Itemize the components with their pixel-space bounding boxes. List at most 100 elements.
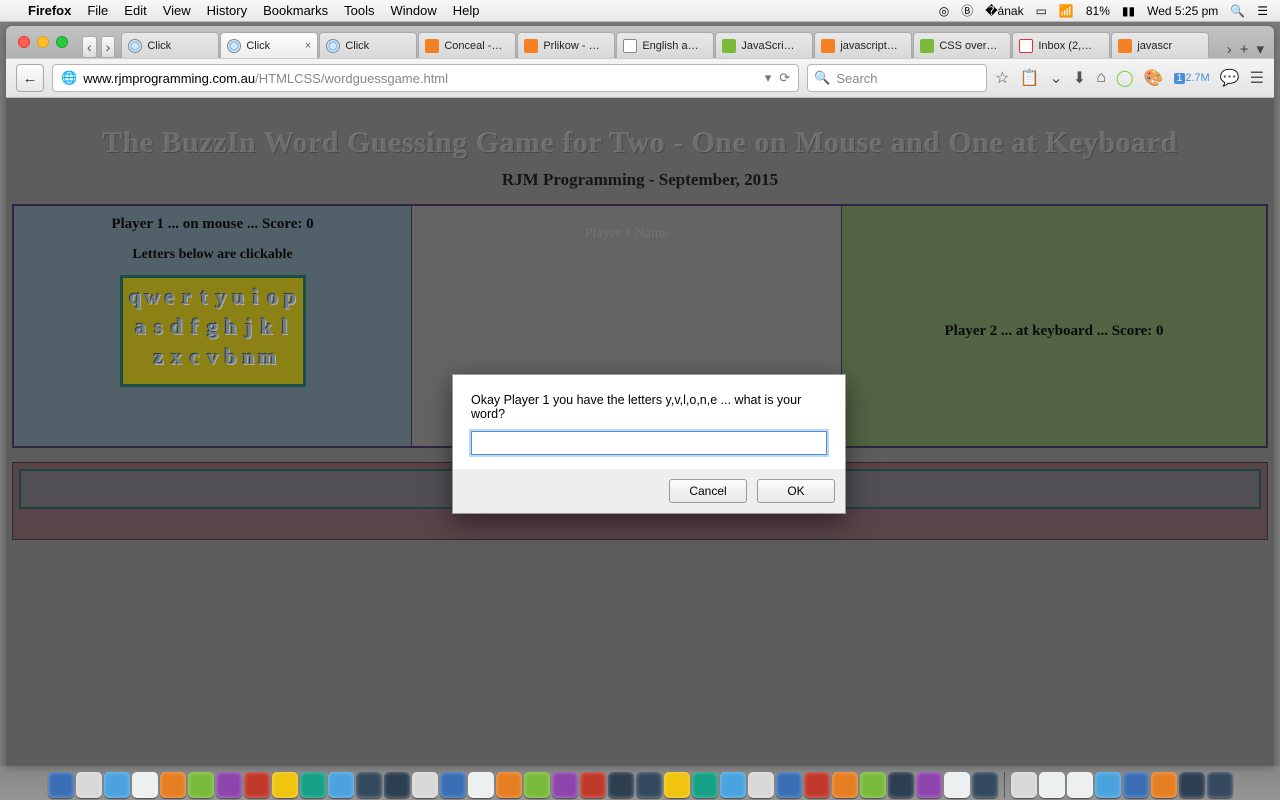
dock-app[interactable] <box>1151 772 1177 798</box>
menuextra-icon[interactable]: Ⓑ <box>961 2 973 19</box>
dock-app[interactable] <box>748 772 774 798</box>
dock-app[interactable] <box>132 772 158 798</box>
home-icon[interactable]: ⌂ <box>1096 69 1106 87</box>
dock-app[interactable] <box>580 772 606 798</box>
dock-app[interactable] <box>776 772 802 798</box>
browser-tab[interactable]: Conceal -… <box>418 32 516 58</box>
dock-app[interactable] <box>860 772 886 798</box>
dock-app[interactable] <box>944 772 970 798</box>
browser-tab[interactable]: javascript… <box>814 32 912 58</box>
dock-app[interactable] <box>608 772 634 798</box>
dock-app[interactable] <box>636 772 662 798</box>
tab-close-icon[interactable]: × <box>305 40 311 52</box>
dock-app[interactable] <box>1095 772 1121 798</box>
dock-app[interactable] <box>720 772 746 798</box>
bookmark-star-icon[interactable]: ☆ <box>995 68 1009 88</box>
dock-app[interactable] <box>804 772 830 798</box>
minimize-window-button[interactable] <box>37 36 49 48</box>
browser-tab[interactable]: Click <box>319 32 417 58</box>
dock-app[interactable] <box>440 772 466 798</box>
addon-badge[interactable]: 12.7M <box>1174 72 1210 84</box>
dock-app[interactable] <box>160 772 186 798</box>
browser-tab[interactable]: English a… <box>616 32 714 58</box>
new-tab-button[interactable]: + <box>1240 41 1249 58</box>
clipboard-icon[interactable]: 📋 <box>1019 68 1039 88</box>
dock-app[interactable] <box>916 772 942 798</box>
reader-mode-icon[interactable]: ▾ <box>765 70 772 86</box>
dock-app[interactable] <box>244 772 270 798</box>
menu-file[interactable]: File <box>87 3 108 18</box>
browser-tab[interactable]: Click <box>121 32 219 58</box>
dock-app[interactable] <box>692 772 718 798</box>
reload-button[interactable]: ⟳ <box>779 70 790 86</box>
dock-app[interactable] <box>412 772 438 798</box>
dock-trash[interactable] <box>1207 772 1233 798</box>
dock-app[interactable] <box>1039 772 1065 798</box>
dock-app[interactable] <box>496 772 522 798</box>
back-button[interactable]: ← <box>16 64 44 92</box>
menu-history[interactable]: History <box>207 3 247 18</box>
dock-app[interactable] <box>664 772 690 798</box>
tabs-scroll-right-button[interactable]: › <box>1227 41 1232 58</box>
all-tabs-button[interactable]: ▾ <box>1256 40 1264 58</box>
dock-app[interactable] <box>356 772 382 798</box>
battery-icon[interactable]: ▮▮ <box>1122 4 1135 18</box>
hamburger-menu-icon[interactable]: ☰ <box>1250 68 1264 88</box>
notification-center-icon[interactable]: ☰ <box>1257 4 1268 18</box>
dock-app[interactable] <box>468 772 494 798</box>
menu-help[interactable]: Help <box>453 3 480 18</box>
addon-icon[interactable]: ◯ <box>1116 68 1134 88</box>
dock-app[interactable] <box>1123 772 1149 798</box>
browser-tab[interactable]: Prlikow - … <box>517 32 615 58</box>
menu-view[interactable]: View <box>163 3 191 18</box>
browser-tab[interactable]: Inbox (2,… <box>1012 32 1110 58</box>
close-window-button[interactable] <box>18 36 30 48</box>
dock-app[interactable] <box>1011 772 1037 798</box>
dock-app[interactable] <box>328 772 354 798</box>
menuextra-icon[interactable]: �ának <box>985 4 1023 18</box>
dock-app[interactable] <box>76 772 102 798</box>
dock-app[interactable] <box>48 772 74 798</box>
browser-tab[interactable]: Click× <box>220 32 318 58</box>
dock-app[interactable] <box>216 772 242 798</box>
menu-window[interactable]: Window <box>391 3 437 18</box>
downloads-icon[interactable]: ⬇ <box>1073 68 1086 88</box>
menu-edit[interactable]: Edit <box>124 3 146 18</box>
dock-app[interactable] <box>188 772 214 798</box>
prompt-input[interactable] <box>471 431 827 455</box>
session-forward-button[interactable]: › <box>101 36 116 58</box>
dock-app[interactable] <box>384 772 410 798</box>
dock-app[interactable] <box>1067 772 1093 798</box>
dock-app[interactable] <box>524 772 550 798</box>
wifi-icon[interactable]: 📶 <box>1059 4 1074 18</box>
dock-app[interactable] <box>972 772 998 798</box>
addon-icon[interactable]: 🎨 <box>1144 68 1164 88</box>
browser-tab[interactable]: JavaScri… <box>715 32 813 58</box>
browser-tab[interactable]: CSS over… <box>913 32 1011 58</box>
ok-button[interactable]: OK <box>757 479 835 503</box>
dock-app[interactable] <box>272 772 298 798</box>
pocket-icon[interactable]: ⌄ <box>1049 68 1062 88</box>
clock[interactable]: Wed 5:25 pm <box>1147 4 1218 18</box>
dock-app[interactable] <box>300 772 326 798</box>
display-icon[interactable]: ▭ <box>1036 4 1047 18</box>
session-back-button[interactable]: ‹ <box>82 36 97 58</box>
app-name-menu[interactable]: Firefox <box>28 3 71 18</box>
dock-app[interactable] <box>1179 772 1205 798</box>
cancel-button[interactable]: Cancel <box>669 479 747 503</box>
site-identity-icon[interactable]: 🌐 <box>61 70 77 86</box>
dock-app[interactable] <box>832 772 858 798</box>
zoom-window-button[interactable] <box>56 36 68 48</box>
dock-app[interactable] <box>104 772 130 798</box>
menu-tools[interactable]: Tools <box>344 3 374 18</box>
browser-tab[interactable]: javascr <box>1111 32 1209 58</box>
menuextra-icon[interactable]: ◎ <box>939 4 949 18</box>
address-bar[interactable]: 🌐 www.rjmprogramming.com.au/HTMLCSS/word… <box>52 64 799 92</box>
search-bar[interactable]: 🔍 Search <box>807 64 987 92</box>
spotlight-icon[interactable]: 🔍 <box>1230 4 1245 18</box>
dock-app[interactable] <box>552 772 578 798</box>
dock-app[interactable] <box>888 772 914 798</box>
tab-label: Click <box>147 40 171 52</box>
addon-icon[interactable]: 💬 <box>1220 68 1240 88</box>
menu-bookmarks[interactable]: Bookmarks <box>263 3 328 18</box>
